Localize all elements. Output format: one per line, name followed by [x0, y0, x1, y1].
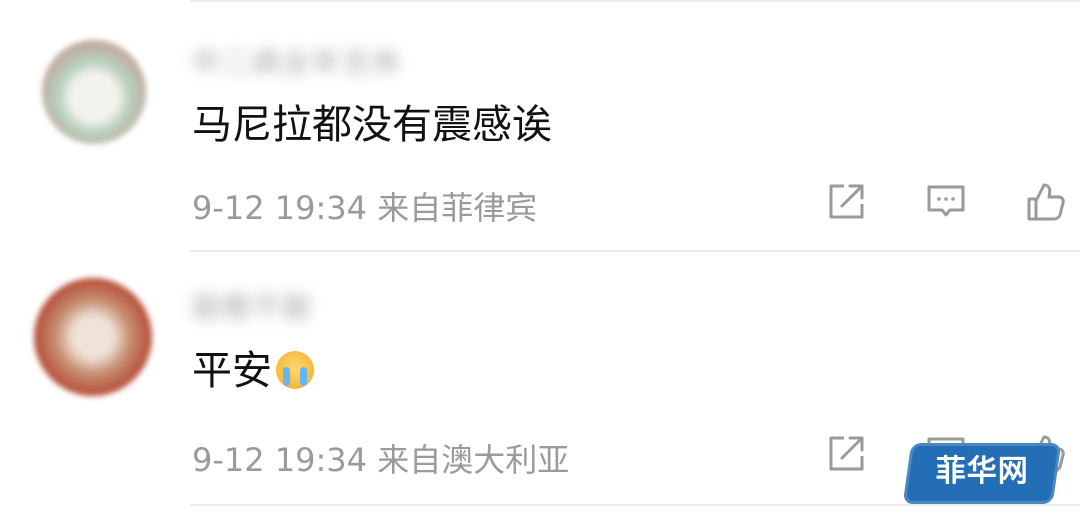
like-icon[interactable]	[1025, 181, 1067, 223]
comment-text: 马尼拉都没有震感诶	[192, 102, 552, 148]
comment-icon[interactable]	[925, 181, 967, 223]
watermark-text: 菲华网	[935, 454, 1029, 489]
comment-list: 中二病全年无休 马尼拉都没有震感诶 9-12 19:34 来自菲律宾 甜橙不甜 …	[0, 0, 1080, 524]
comment-item[interactable]: 中二病全年无休 马尼拉都没有震感诶 9-12 19:34 来自菲律宾	[0, 0, 1080, 252]
site-watermark: 菲华网	[902, 443, 1062, 504]
comment-divider	[190, 250, 1080, 252]
comment-timestamp: 9-12 19:34	[192, 189, 368, 227]
comment-text: 平安	[192, 345, 314, 397]
comment-meta: 9-12 19:34 来自澳大利亚	[192, 435, 569, 481]
share-icon[interactable]	[825, 181, 867, 223]
comment-source: 来自菲律宾	[377, 189, 538, 227]
comment-source: 来自澳大利亚	[377, 441, 570, 479]
crying-emoji-icon	[276, 351, 314, 389]
username[interactable]: 中二病全年无休	[192, 41, 402, 81]
comment-timestamp: 9-12 19:34	[192, 441, 368, 479]
avatar[interactable]	[42, 40, 146, 144]
comment-meta: 9-12 19:34 来自菲律宾	[192, 183, 537, 229]
username[interactable]: 甜橙不甜	[192, 286, 312, 326]
avatar[interactable]	[34, 278, 152, 396]
comment-divider	[190, 504, 1080, 506]
share-icon[interactable]	[825, 433, 867, 475]
comment-text-body: 平安	[192, 348, 272, 394]
